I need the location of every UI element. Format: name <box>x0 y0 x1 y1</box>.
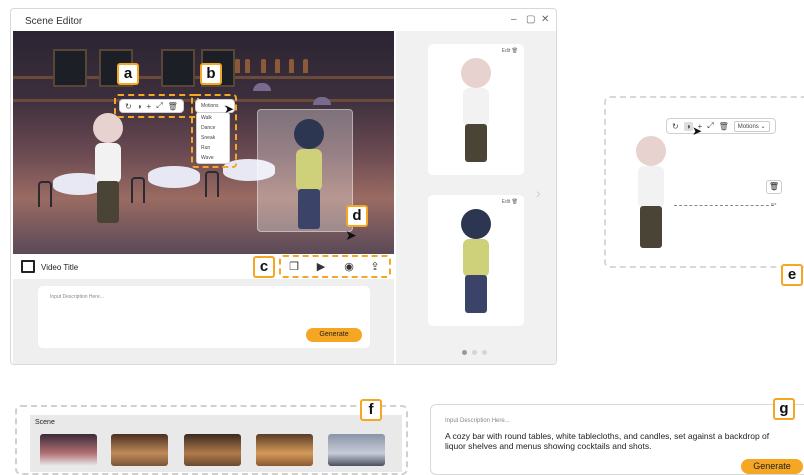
chevron-right-icon[interactable]: › <box>536 185 541 201</box>
page-dot[interactable] <box>462 350 467 355</box>
character-legs <box>298 189 320 229</box>
scene-selector: Scene <box>30 415 402 472</box>
character-toolbar: ↻ ◑ + ⤢ 🗑 Motions ⌄ <box>666 118 776 134</box>
character-boy[interactable] <box>285 119 335 237</box>
generate-panel[interactable]: Input Description Here... A cozy bar wit… <box>430 398 804 475</box>
label-d: d <box>346 205 368 227</box>
table <box>148 166 200 188</box>
lamp <box>313 97 331 105</box>
scene-thumbnail[interactable] <box>111 434 168 466</box>
bottle <box>303 59 308 73</box>
character-panel: Edit 🗑 Edit 🗑 <box>396 31 556 364</box>
record-icon[interactable]: ◉ <box>341 260 357 273</box>
cursor-icon: ➤ <box>692 124 703 138</box>
scene-thumbnail[interactable] <box>256 434 313 466</box>
character-head <box>294 119 324 149</box>
bottle <box>289 59 294 73</box>
minimize-button[interactable]: – <box>511 14 517 25</box>
bottle <box>245 59 250 73</box>
share-icon[interactable]: ⇪ <box>367 260 383 273</box>
description-placeholder: Input Description Here... <box>50 294 104 300</box>
label-c: c <box>253 256 275 278</box>
chair <box>38 181 52 207</box>
description-area: Input Description Here... Generate <box>13 279 394 364</box>
chair <box>205 171 219 197</box>
bottle <box>235 59 240 73</box>
character-body <box>95 143 121 183</box>
maximize-button[interactable]: ▢ <box>526 14 535 25</box>
scale-icon[interactable]: ⤢ <box>707 121 713 131</box>
character-card[interactable]: Edit 🗑 <box>428 44 524 175</box>
character-girl-thumb <box>452 58 500 166</box>
edit-button[interactable]: Edit 🗑 <box>502 48 518 54</box>
description-input[interactable]: Input Description Here... Generate <box>38 286 370 348</box>
character-body <box>296 149 322 191</box>
scene-thumbnail[interactable] <box>184 434 241 466</box>
character-girl[interactable] <box>83 113 133 231</box>
highlight-a <box>114 94 199 118</box>
character-card[interactable]: Edit 🗑 <box>428 195 524 326</box>
cursor-icon: ➤ <box>345 227 357 243</box>
label-a: a <box>117 63 139 85</box>
description-text: A cozy bar with round tables, white tabl… <box>445 431 770 451</box>
scene-canvas[interactable]: ↻ ◑ + ⤢ 🗑 Motions ⌄ Walk Dance Sneak Run… <box>13 31 394 254</box>
pagination-dots <box>462 350 487 355</box>
page-dot[interactable] <box>482 350 487 355</box>
layers-icon[interactable]: ❐ <box>286 260 302 273</box>
generate-button[interactable]: Generate <box>741 459 803 474</box>
label-f: f <box>360 399 382 421</box>
detail-panel: ↻ ◑ + ⤢ 🗑 Motions ⌄ ➤ 🗑 ⇔ e <box>604 96 804 286</box>
scene-editor-window: Scene Editor – ▢ ✕ ↻ ◑ + ⤢ 🗑 Motions ⌄ W… <box>10 8 557 365</box>
lamp <box>253 83 271 91</box>
description-placeholder: Input Description Here... <box>445 418 510 424</box>
scene-thumbnail[interactable] <box>40 434 97 466</box>
video-title[interactable]: Video Title <box>41 263 78 272</box>
motion-path-line <box>674 205 774 206</box>
delete-icon: 🗑 <box>511 48 518 54</box>
menu-board <box>161 49 195 87</box>
delete-icon[interactable]: 🗑 <box>719 122 729 131</box>
character-girl[interactable] <box>626 136 676 254</box>
drag-handle-icon[interactable]: ⇔ <box>769 198 778 208</box>
character-legs <box>97 181 119 223</box>
play-icon[interactable]: ▶ <box>313 260 329 273</box>
window-title: Scene Editor <box>25 16 83 27</box>
root: Scene Editor – ▢ ✕ ↻ ◑ + ⤢ 🗑 Motions ⌄ W… <box>0 0 804 475</box>
menu-board <box>53 49 87 87</box>
video-bar: Video Title ❐ ▶ ◉ ⇪ c <box>13 255 394 279</box>
label-b: b <box>200 63 222 85</box>
bottle <box>275 59 280 73</box>
delete-icon[interactable]: 🗑 <box>766 180 782 194</box>
cursor-icon: ➤ <box>224 102 235 116</box>
refresh-icon[interactable]: ↻ <box>672 122 679 131</box>
bottle <box>261 59 266 73</box>
film-icon <box>21 260 35 273</box>
label-g: g <box>773 398 795 420</box>
page-dot[interactable] <box>472 350 477 355</box>
generate-button[interactable]: Generate <box>306 328 362 342</box>
scene-title: Scene <box>35 419 55 426</box>
scene-panel: Scene f <box>15 399 408 475</box>
close-button[interactable]: ✕ <box>541 14 549 25</box>
character-boy-thumb <box>452 209 500 317</box>
motions-dropdown[interactable]: Motions ⌄ <box>733 120 770 132</box>
chair <box>131 177 145 203</box>
delete-icon: 🗑 <box>511 199 518 205</box>
scene-thumbnail[interactable] <box>328 434 385 466</box>
edit-button[interactable]: Edit 🗑 <box>502 199 518 205</box>
label-e: e <box>781 264 803 286</box>
